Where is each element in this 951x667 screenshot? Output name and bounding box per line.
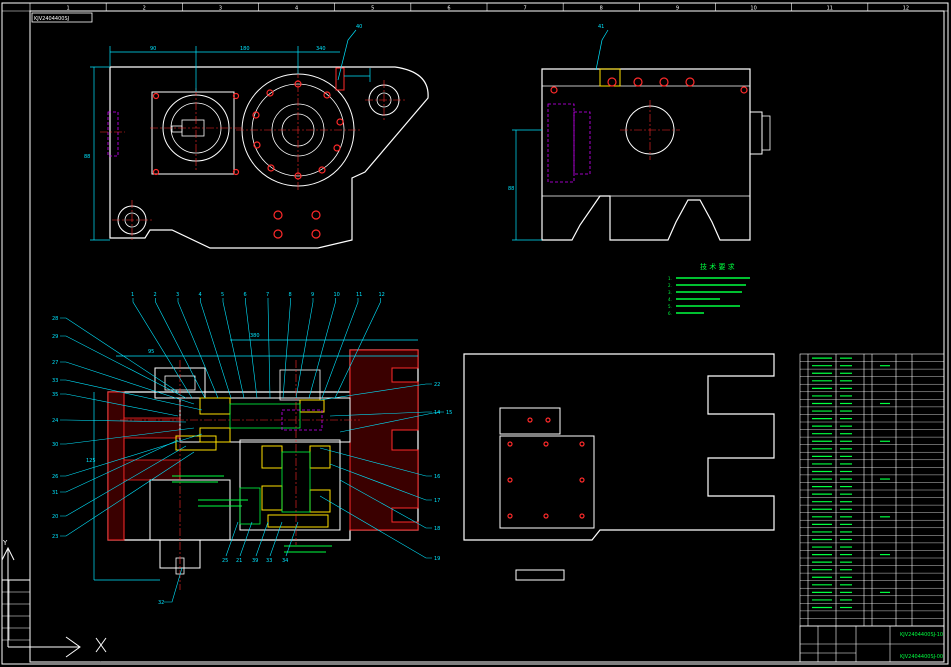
- zone-number: 3: [219, 6, 222, 12]
- note-number: 2.: [668, 283, 672, 288]
- part-balloon-40: 40: [356, 24, 362, 30]
- sheet-code: KJV2404400SJ: [34, 16, 69, 22]
- zone-number: 7: [523, 6, 526, 12]
- part-balloon: 28: [52, 316, 58, 322]
- part-balloon: 25: [222, 558, 228, 564]
- part-balloon: 23: [52, 534, 58, 540]
- dim-label: 88: [84, 154, 90, 160]
- part-balloon: 7: [266, 292, 269, 298]
- dim-label: 340: [316, 46, 326, 52]
- zone-number: 12: [903, 6, 909, 12]
- zone-number: 4: [295, 6, 298, 12]
- part-balloon: 31: [52, 490, 58, 496]
- part-balloon: 17: [434, 498, 440, 504]
- dim-label: 88: [508, 186, 514, 192]
- zone-number: 6: [447, 6, 450, 12]
- part-balloon: 39: [252, 558, 258, 564]
- part-balloon: 16: [434, 474, 440, 480]
- part-balloon: 1: [131, 292, 134, 298]
- part-balloon: 21: [236, 558, 242, 564]
- part-balloon: 14: [434, 410, 440, 416]
- zone-number: 5: [371, 6, 374, 12]
- dim-label: 125: [86, 458, 96, 464]
- part-balloon: 27: [52, 360, 58, 366]
- notes-title: 技 术 要 求: [700, 262, 735, 271]
- title-block-name: KJV2404400SJ-10: [900, 632, 943, 638]
- note-number: 5.: [668, 304, 672, 309]
- dim-label: 380: [250, 333, 260, 339]
- part-balloon: 18: [434, 526, 440, 532]
- part-balloon: 24: [52, 418, 58, 424]
- note-number: 6.: [668, 311, 672, 316]
- part-balloon: 22: [434, 382, 440, 388]
- part-balloon: 35: [52, 392, 58, 398]
- part-balloon: 32: [158, 600, 164, 606]
- dim-label: 90: [150, 46, 156, 52]
- part-balloon: 6: [244, 292, 247, 298]
- note-number: 1.: [668, 276, 672, 281]
- part-balloon: 2: [154, 292, 157, 298]
- dim-label: 95: [148, 349, 154, 355]
- part-balloon: 9: [311, 292, 314, 298]
- title-block-drawing-number: KJV2404400SJ-00: [900, 654, 943, 660]
- part-balloon: 12: [379, 292, 385, 298]
- zone-number: 8: [600, 6, 603, 12]
- note-number: 3.: [668, 290, 672, 295]
- zone-number: 9: [676, 6, 679, 12]
- zone-number: 2: [143, 6, 146, 12]
- zone-number: 10: [750, 6, 756, 12]
- part-balloon: 5: [221, 292, 224, 298]
- part-balloon: 4: [199, 292, 202, 298]
- zone-number: 1: [66, 6, 69, 12]
- part-balloon: 11: [356, 292, 362, 298]
- part-balloon: 8: [289, 292, 292, 298]
- note-number: 4.: [668, 297, 672, 302]
- part-balloon: 33: [266, 558, 272, 564]
- part-balloon: 26: [52, 474, 58, 480]
- part-balloon: 10: [334, 292, 340, 298]
- cad-drawing-canvas[interactable]: 123456789101112 KJV2404400SJ: [0, 0, 951, 667]
- part-balloon: 33: [52, 378, 58, 384]
- part-balloon: 15: [446, 410, 452, 416]
- part-balloon: 29: [52, 334, 58, 340]
- part-balloon: 30: [52, 442, 58, 448]
- part-balloon-41: 41: [598, 24, 604, 30]
- ucs-y-label: Y: [2, 539, 8, 547]
- dim-label: 180: [240, 46, 250, 52]
- part-balloon: 20: [52, 514, 58, 520]
- part-balloon: 19: [434, 556, 440, 562]
- part-balloon: 3: [176, 292, 179, 298]
- zone-number: 11: [827, 6, 833, 12]
- part-balloon: 34: [282, 558, 288, 564]
